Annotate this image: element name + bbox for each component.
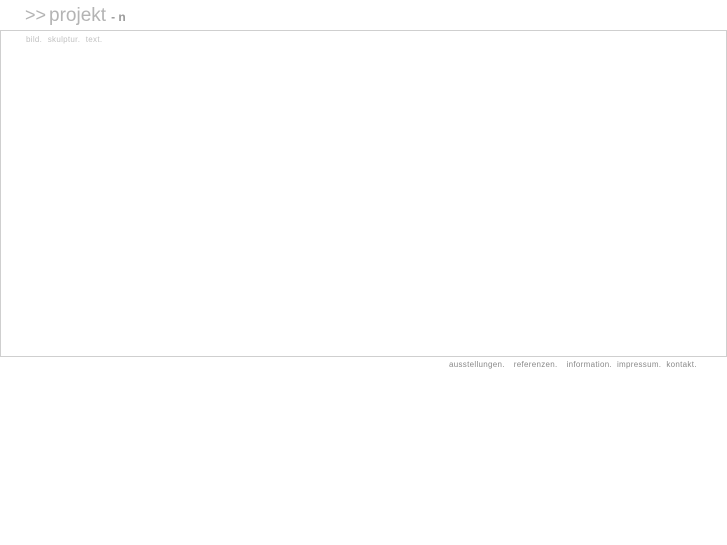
logo-arrows: >> xyxy=(25,5,47,25)
logo-suffix: - n xyxy=(111,10,126,24)
footer-link-impressum[interactable]: impressum. xyxy=(617,360,661,369)
footer-link-ausstellungen[interactable]: ausstellungen. xyxy=(449,360,505,369)
footer-nav: ausstellungen. referenzen. information. imp… xyxy=(449,360,697,369)
nav-link-bild[interactable]: bild. xyxy=(26,35,42,44)
page: >> projekt - n bild. skulptur. text. ausst… xyxy=(0,0,727,545)
footer-link-referenzen[interactable]: referenzen. xyxy=(514,360,558,369)
content-frame: bild. skulptur. text. xyxy=(0,30,727,357)
footer-link-information[interactable]: information. xyxy=(567,360,612,369)
category-nav: bild. skulptur. text. xyxy=(26,35,105,44)
footer-link-kontakt[interactable]: kontakt. xyxy=(666,360,696,369)
nav-link-text[interactable]: text. xyxy=(86,35,103,44)
nav-link-skulptur[interactable]: skulptur. xyxy=(48,35,81,44)
site-logo[interactable]: >> projekt - n xyxy=(25,4,126,28)
logo-word: projekt xyxy=(49,5,107,26)
